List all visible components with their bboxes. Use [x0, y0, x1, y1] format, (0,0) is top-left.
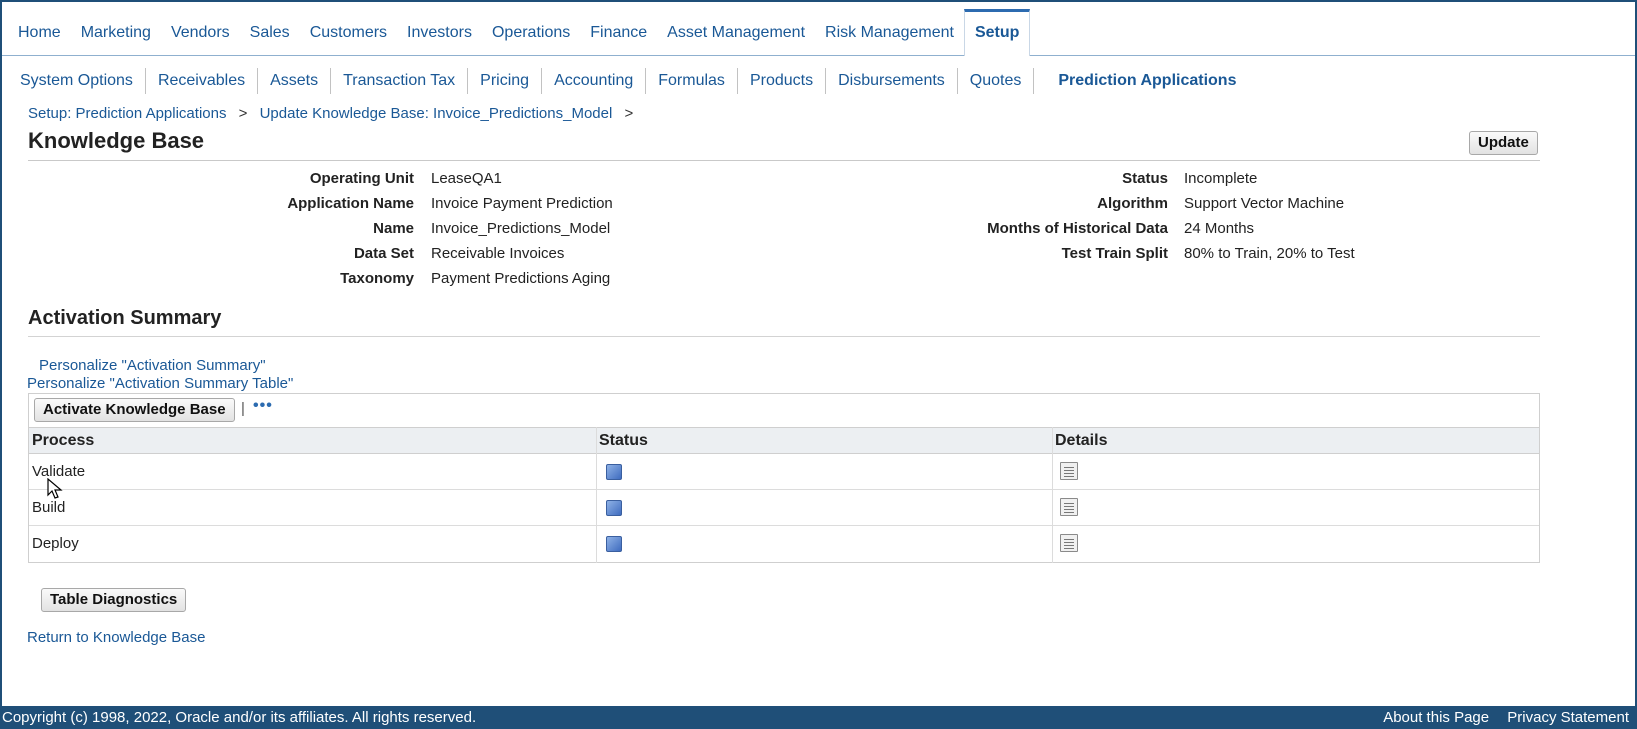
details-document-icon[interactable] [1060, 498, 1078, 516]
activation-summary-title: Activation Summary [28, 307, 222, 329]
subtab-prediction-applications[interactable]: Prediction Applications [1046, 68, 1248, 94]
breadcrumb: Setup: Prediction Applications > Update … [28, 105, 641, 122]
application-frame: Home Marketing Vendors Sales Customers I… [2, 2, 1635, 706]
tab-finance[interactable]: Finance [580, 11, 657, 55]
tab-investors[interactable]: Investors [397, 11, 482, 55]
privacy-statement-link[interactable]: Privacy Statement [1507, 709, 1629, 726]
process-cell: Deploy [32, 535, 79, 552]
table-diagnostics-button[interactable]: Table Diagnostics [41, 588, 187, 612]
footer-links: About this Page Privacy Statement [1369, 706, 1629, 729]
subtab-formulas[interactable]: Formulas [646, 68, 738, 94]
tab-home[interactable]: Home [8, 11, 71, 55]
subtab-transaction-tax[interactable]: Transaction Tax [331, 68, 469, 94]
subtab-products[interactable]: Products [738, 68, 827, 94]
activate-knowledge-base-button[interactable]: Activate Knowledge Base [34, 398, 235, 422]
personalize-activation-summary-table-link[interactable]: Personalize "Activation Summary Table" [27, 375, 293, 392]
table-row: Deploy [29, 526, 1539, 562]
about-this-page-link[interactable]: About this Page [1383, 709, 1489, 726]
update-button[interactable]: Update [1469, 131, 1538, 155]
subtab-disbursements[interactable]: Disbursements [826, 68, 958, 94]
sub-tab-bar: System Options Receivables Assets Transa… [2, 64, 1248, 98]
tab-marketing[interactable]: Marketing [71, 11, 161, 55]
name-label: Name [373, 220, 414, 237]
status-square-icon [606, 464, 622, 480]
subtab-assets[interactable]: Assets [258, 68, 332, 94]
status-square-icon [606, 536, 622, 552]
status-square-icon [606, 500, 622, 516]
subtab-quotes[interactable]: Quotes [958, 68, 1035, 94]
top-tab-bar: Home Marketing Vendors Sales Customers I… [2, 9, 1635, 56]
column-header-details: Details [1055, 432, 1108, 449]
process-cell: Build [32, 499, 66, 516]
activation-summary-table: Activate Knowledge Base | ••• Process St… [28, 393, 1540, 563]
details-document-icon[interactable] [1060, 462, 1078, 480]
tab-risk-management[interactable]: Risk Management [815, 11, 964, 55]
table-header: Process Status Details [29, 427, 1539, 454]
column-divider [596, 427, 597, 563]
table-toolbar: Activate Knowledge Base | ••• [29, 394, 1539, 427]
tab-vendors[interactable]: Vendors [161, 11, 240, 55]
mouse-pointer-icon [47, 478, 63, 499]
status-value: Incomplete [1184, 170, 1258, 187]
test-train-split-label: Test Train Split [1061, 245, 1168, 262]
table-row: Build [29, 490, 1539, 526]
tab-setup[interactable]: Setup [963, 9, 1031, 56]
algorithm-label: Algorithm [1097, 195, 1168, 212]
subtab-receivables[interactable]: Receivables [146, 68, 259, 94]
months-historical-data-label: Months of Historical Data [987, 220, 1168, 237]
tab-customers[interactable]: Customers [300, 11, 397, 55]
algorithm-value: Support Vector Machine [1184, 195, 1345, 212]
copyright-text: Copyright (c) 1998, 2022, Oracle and/or … [2, 709, 477, 726]
details-document-icon[interactable] [1060, 534, 1078, 552]
application-name-value: Invoice Payment Prediction [431, 195, 613, 212]
breadcrumb-update-knowledge-base[interactable]: Update Knowledge Base: Invoice_Predictio… [260, 105, 613, 122]
toolbar-separator: | [241, 400, 245, 417]
taxonomy-value: Payment Predictions Aging [431, 270, 611, 287]
breadcrumb-separator: > [238, 105, 248, 122]
column-header-process: Process [32, 432, 95, 449]
section-divider [28, 336, 1540, 337]
subtab-accounting[interactable]: Accounting [542, 68, 647, 94]
operating-unit-value: LeaseQA1 [431, 170, 502, 187]
test-train-split-value: 80% to Train, 20% to Test [1184, 245, 1355, 262]
data-set-label: Data Set [353, 245, 414, 262]
name-value: Invoice_Predictions_Model [431, 220, 611, 237]
data-set-value: Receivable Invoices [431, 245, 565, 262]
tab-asset-management[interactable]: Asset Management [657, 11, 815, 55]
return-to-knowledge-base-link[interactable]: Return to Knowledge Base [27, 629, 205, 646]
personalize-activation-summary-link[interactable]: Personalize "Activation Summary" [39, 357, 266, 374]
subtab-system-options[interactable]: System Options [8, 68, 146, 94]
footer: Copyright (c) 1998, 2022, Oracle and/or … [0, 706, 1637, 729]
tab-sales[interactable]: Sales [240, 11, 300, 55]
more-actions-icon[interactable]: ••• [253, 397, 273, 415]
breadcrumb-separator: > [624, 105, 634, 122]
status-label: Status [1122, 170, 1168, 187]
taxonomy-label: Taxonomy [340, 270, 414, 287]
column-header-status: Status [599, 432, 648, 449]
table-row: Validate [29, 454, 1539, 490]
months-historical-data-value: 24 Months [1184, 220, 1255, 237]
page-title: Knowledge Base [28, 128, 205, 153]
subtab-pricing[interactable]: Pricing [468, 68, 543, 94]
title-divider [28, 160, 1540, 161]
application-name-label: Application Name [287, 195, 414, 212]
column-divider [1052, 427, 1053, 563]
operating-unit-label: Operating Unit [309, 170, 414, 187]
breadcrumb-setup-prediction-applications[interactable]: Setup: Prediction Applications [28, 105, 226, 122]
tab-operations[interactable]: Operations [482, 11, 580, 55]
